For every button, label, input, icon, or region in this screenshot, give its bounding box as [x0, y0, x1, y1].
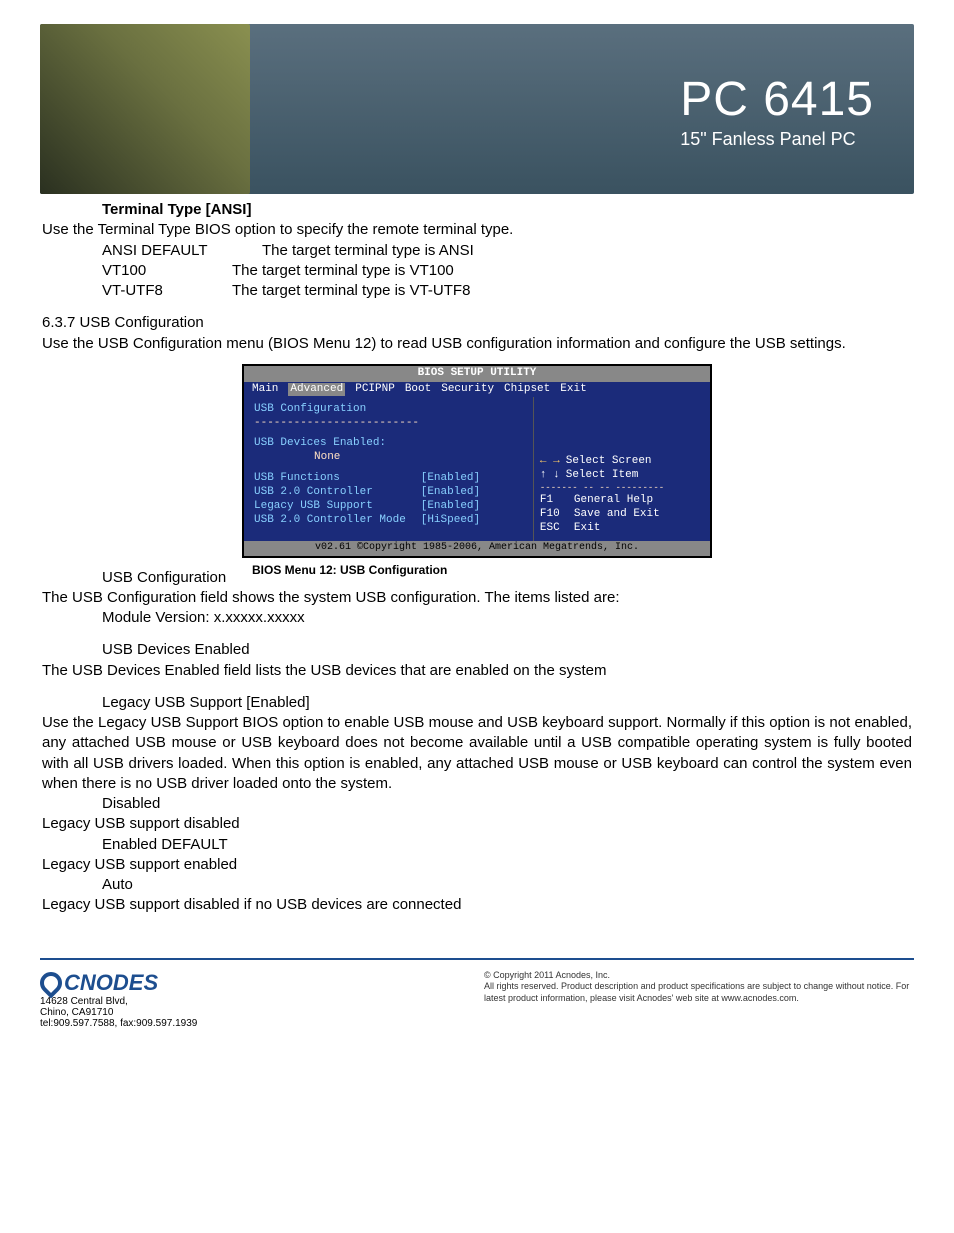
usb-configuration-label: USB Configuration — [42, 568, 242, 588]
usb-section-heading: 6.3.7 USB Configuration — [42, 313, 912, 333]
bios-setting-label: USB 2.0 Controller — [254, 486, 421, 500]
footer-phone: tel:909.597.7588, fax:909.597.1939 — [40, 1018, 197, 1029]
module-version: Module Version: x.xxxxx.xxxxx — [42, 608, 912, 628]
page: PC 6415 15" Fanless Panel PC Terminal Ty… — [0, 0, 954, 940]
bios-setting-value: [Enabled] — [421, 500, 480, 514]
acnodes-logo-icon — [35, 967, 66, 998]
page-header: PC 6415 15" Fanless Panel PC — [40, 24, 914, 194]
acnodes-logo-text: CNODES — [64, 970, 158, 996]
terminal-option-row: ANSI DEFAULT The target terminal type is… — [42, 241, 912, 261]
bios-setting-row[interactable]: USB 2.0 Controller Mode [HiSpeed] — [254, 514, 523, 528]
bios-setting-label: USB 2.0 Controller Mode — [254, 514, 421, 528]
footer-address-1: 14628 Central Blvd, — [40, 996, 197, 1007]
bios-help-text: Save and Exit — [574, 508, 660, 522]
option-name: Disabled — [42, 794, 912, 814]
option-desc: Legacy USB support enabled — [42, 855, 912, 875]
bios-menu-item[interactable]: Boot — [405, 383, 431, 397]
terminal-option-name: VT-UTF8 — [102, 281, 232, 301]
terminal-type-intro: Use the Terminal Type BIOS option to spe… — [42, 220, 912, 240]
terminal-type-heading: Terminal Type [ANSI] — [42, 200, 912, 220]
page-footer: CNODES 14628 Central Blvd, Chino, CA9171… — [0, 966, 954, 1053]
bios-setting-label: USB Functions — [254, 472, 421, 486]
bios-help-line: F10 Save and Exit — [540, 508, 704, 522]
option-name: Auto — [42, 875, 912, 895]
usb-config-field-text: The USB Configuration field shows the sy… — [42, 588, 912, 608]
bios-help-line: F1 General Help — [540, 494, 704, 508]
bios-key: F10 — [540, 508, 568, 522]
footer-divider — [40, 958, 914, 960]
bios-help-text: Exit — [574, 522, 600, 536]
bios-left-heading: USB Configuration — [254, 403, 523, 417]
usb-devices-enabled-text: The USB Devices Enabled field lists the … — [42, 661, 912, 681]
bios-body: USB Configuration ----------------------… — [244, 397, 710, 541]
bios-help-text: Select Screen — [566, 455, 652, 469]
option-name: Enabled DEFAULT — [42, 835, 912, 855]
bios-caption-row: USB Configuration BIOS Menu 12: USB Conf… — [42, 558, 912, 588]
bios-key: ESC — [540, 522, 568, 536]
bios-title: BIOS SETUP UTILITY — [244, 366, 710, 382]
document-content: Terminal Type [ANSI] Use the Terminal Ty… — [40, 200, 914, 940]
bios-help-line: ESC Exit — [540, 522, 704, 536]
terminal-option-row: VT100 The target terminal type is VT100 — [42, 261, 912, 281]
bios-help-line: ↑ ↓ Select Item — [540, 469, 704, 483]
bios-caption: BIOS Menu 12: USB Configuration — [252, 558, 447, 588]
bios-setting-row[interactable]: USB 2.0 Controller [Enabled] — [254, 486, 523, 500]
bios-screenshot: BIOS SETUP UTILITY Main Advanced PCIPNP … — [42, 364, 912, 558]
terminal-option-name: VT100 — [102, 261, 232, 281]
bios-menu-item[interactable]: Security — [441, 383, 494, 397]
bios-menu-item[interactable]: Chipset — [504, 383, 550, 397]
bios-help-text: Select Item — [566, 469, 639, 483]
up-down-arrows-icon: ↑ ↓ — [540, 469, 560, 483]
bios-setting-value: [Enabled] — [421, 472, 480, 486]
footer-disclaimer: All rights reserved. Product description… — [484, 981, 914, 1004]
legacy-usb-heading: Legacy USB Support [Enabled] — [42, 693, 912, 713]
bios-devices-label: USB Devices Enabled: — [254, 437, 523, 451]
footer-copyright: © Copyright 2011 Acnodes, Inc. — [484, 970, 914, 982]
bios-setting-value: [Enabled] — [421, 486, 480, 500]
bios-menubar: Main Advanced PCIPNP Boot Security Chips… — [244, 382, 710, 398]
bios-left-panel: USB Configuration ----------------------… — [244, 397, 533, 541]
bios-help-panel: ← → Select Screen ↑ ↓ Select Item ------… — [533, 397, 710, 541]
bios-setting-label: Legacy USB Support — [254, 500, 421, 514]
usb-devices-enabled-heading: USB Devices Enabled — [42, 640, 912, 660]
acnodes-logo: CNODES — [40, 970, 197, 996]
bios-menu-item[interactable]: Exit — [560, 383, 586, 397]
bios-window: BIOS SETUP UTILITY Main Advanced PCIPNP … — [242, 364, 712, 558]
product-subtitle: 15" Fanless Panel PC — [680, 129, 874, 150]
bios-devices-value: None — [254, 451, 523, 465]
bios-menu-item[interactable]: PCIPNP — [355, 383, 395, 397]
option-desc: Legacy USB support disabled — [42, 814, 912, 834]
bios-menu-item-active[interactable]: Advanced — [288, 383, 345, 397]
left-right-arrows-icon: ← → — [540, 455, 560, 469]
bios-menu-item[interactable]: Main — [252, 383, 278, 397]
usb-intro: Use the USB Configuration menu (BIOS Men… — [42, 334, 912, 354]
bios-setting-value: [HiSpeed] — [421, 514, 480, 528]
bios-help-text: General Help — [574, 494, 653, 508]
terminal-option-desc: The target terminal type is VT100 — [232, 261, 454, 281]
terminal-option-desc: The target terminal type is ANSI — [262, 241, 474, 261]
terminal-option-row: VT-UTF8 The target terminal type is VT-U… — [42, 281, 912, 301]
bios-setting-row[interactable]: USB Functions [Enabled] — [254, 472, 523, 486]
footer-right: © Copyright 2011 Acnodes, Inc. All right… — [484, 970, 914, 1029]
terminal-option-desc: The target terminal type is VT-UTF8 — [232, 281, 470, 301]
footer-address-2: Chino, CA91710 — [40, 1007, 197, 1018]
product-title: PC 6415 — [680, 72, 874, 127]
option-desc: Legacy USB support disabled if no USB de… — [42, 895, 912, 915]
bios-setting-row[interactable]: Legacy USB Support [Enabled] — [254, 500, 523, 514]
bios-copyright: v02.61 ©Copyright 1985-2006, American Me… — [244, 541, 710, 556]
bios-help-line: ← → Select Screen — [540, 455, 704, 469]
bios-key: F1 — [540, 494, 568, 508]
footer-left: CNODES 14628 Central Blvd, Chino, CA9171… — [40, 970, 197, 1029]
header-text: PC 6415 15" Fanless Panel PC — [680, 72, 874, 150]
legacy-usb-paragraph: Use the Legacy USB Support BIOS option t… — [42, 713, 912, 794]
header-photo — [40, 24, 250, 194]
terminal-option-name: ANSI DEFAULT — [102, 241, 262, 261]
